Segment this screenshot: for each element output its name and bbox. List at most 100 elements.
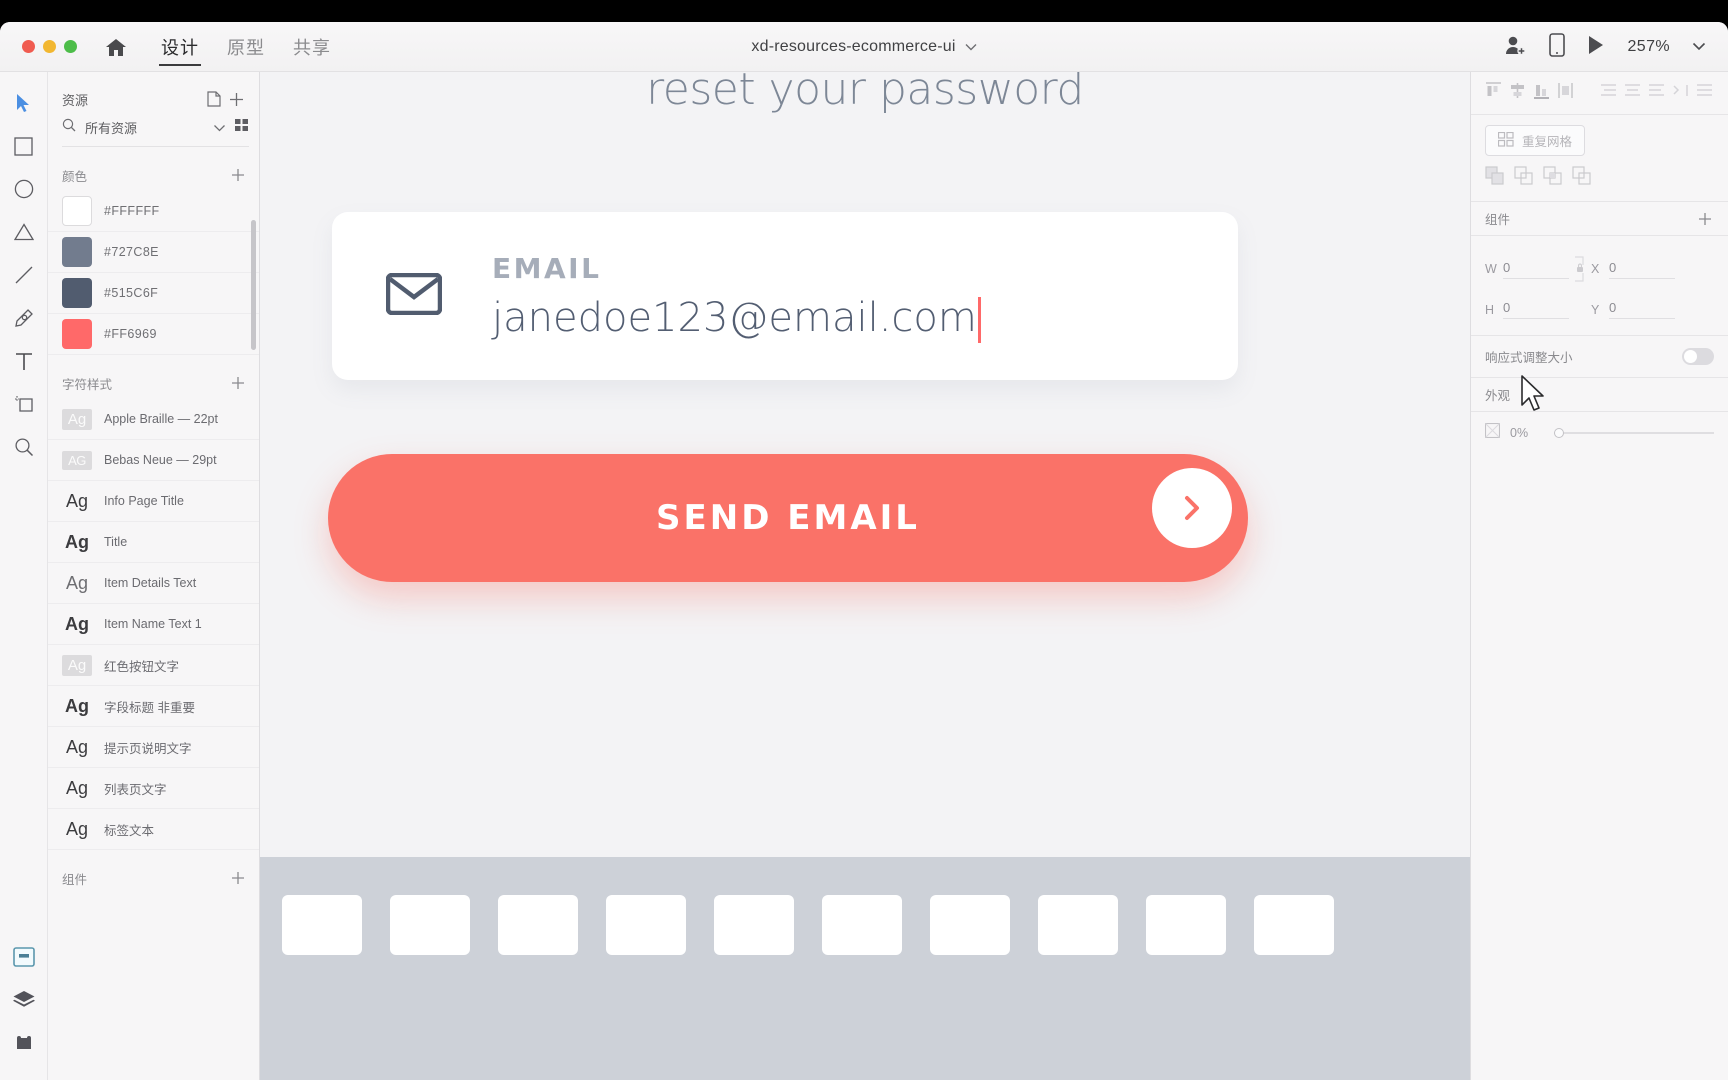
tab-share[interactable]: 共享 [279,22,345,72]
add-component-plus-icon[interactable] [1694,208,1716,230]
email-input-card[interactable]: EMAIL janedoe123@email.com [332,212,1238,380]
distribute-edges-icon[interactable] [1672,82,1689,104]
distribute-vertical-icon[interactable] [1624,82,1641,104]
character-style-row[interactable]: Ag 标签文本 [48,809,259,850]
add-character-style-plus-icon[interactable] [227,372,249,394]
y-input[interactable]: 0 [1609,300,1675,319]
list-item[interactable] [282,895,362,955]
ellipse-tool[interactable] [7,170,41,208]
maximize-window-button[interactable] [64,40,77,53]
canvas-area[interactable]: reset your password EMAIL janedoe123@ema [260,72,1470,1080]
add-user-icon[interactable] [1503,34,1527,61]
envelope-icon [385,272,443,320]
artboard-headline[interactable]: reset your password [260,72,1470,115]
align-top-icon[interactable] [1557,82,1574,104]
zoom-chevron-down-icon[interactable] [1692,38,1706,56]
document-icon[interactable] [203,88,225,110]
grid-view-icon[interactable] [235,118,249,137]
boolean-subtract-icon[interactable] [1514,166,1534,191]
polygon-tool[interactable] [7,213,41,251]
assets-icon[interactable] [11,946,37,970]
color-asset-row[interactable]: #727C8E [48,232,259,273]
email-field-value[interactable]: janedoe123@email.com [492,295,981,343]
tab-design[interactable]: 设计 [147,22,213,72]
add-color-plus-icon[interactable] [227,164,249,186]
distribute-list-icon[interactable] [1696,82,1713,104]
zoom-level-value[interactable]: 257% [1627,38,1670,56]
align-center-horizontal-icon[interactable] [1509,82,1526,104]
text-tool[interactable] [7,342,41,380]
artboard-tool[interactable] [7,385,41,423]
list-item[interactable] [1254,895,1334,955]
opacity-slider[interactable] [1554,426,1714,440]
color-asset-row[interactable]: #515C6F [48,273,259,314]
list-item[interactable] [1146,895,1226,955]
color-asset-row[interactable]: #FFFFFF [48,191,259,232]
home-icon[interactable] [101,32,131,62]
assets-panel-title: 资源 [62,92,89,108]
list-item[interactable] [390,895,470,955]
play-triangle-icon[interactable] [1587,35,1605,60]
pen-tool[interactable] [7,299,41,337]
select-tool[interactable] [7,84,41,122]
assets-scrollbar[interactable] [251,220,256,350]
assets-search-row[interactable]: 所有资源 [62,118,249,147]
artboard-footer-strip[interactable] [260,857,1470,1080]
list-item[interactable] [606,895,686,955]
character-style-row[interactable]: Ag 红色按钮文字 [48,645,259,686]
character-style-row[interactable]: Ag Item Details Text [48,563,259,604]
opacity-value[interactable]: 0% [1510,426,1544,440]
color-swatch[interactable] [62,319,92,349]
boolean-ops-group [1485,166,1714,191]
responsive-resize-toggle[interactable] [1682,348,1714,365]
minimize-window-button[interactable] [43,40,56,53]
list-item[interactable] [822,895,902,955]
align-right-icon[interactable] [1533,82,1550,104]
artboard[interactable]: reset your password EMAIL janedoe123@ema [260,72,1470,857]
character-style-row[interactable]: Ag Info Page Title [48,481,259,522]
y-label: Y [1591,302,1600,317]
list-item[interactable] [1038,895,1118,955]
style-name: 红色按钮文字 [104,659,180,674]
close-window-button[interactable] [22,40,35,53]
color-swatch[interactable] [62,237,92,267]
mobile-device-icon[interactable] [1549,32,1566,62]
character-style-row[interactable]: AG Bebas Neue — 29pt [48,440,259,481]
width-input[interactable]: 0 [1503,260,1569,279]
layers-icon[interactable] [11,988,37,1012]
opacity-slider-knob[interactable] [1554,428,1564,438]
color-swatch[interactable] [62,196,92,226]
character-style-row[interactable]: Ag Apple Braille — 22pt [48,399,259,440]
add-asset-plus-icon[interactable] [225,88,247,110]
send-email-button[interactable]: SEND EMAIL [328,454,1248,582]
tab-prototype[interactable]: 原型 [213,22,279,72]
list-item[interactable] [714,895,794,955]
chevron-down-icon[interactable] [213,119,226,137]
repeat-grid-button[interactable]: 重复网格 [1485,125,1586,156]
chevron-down-icon[interactable] [965,38,977,56]
character-style-row[interactable]: Ag 列表页文字 [48,768,259,809]
x-input[interactable]: 0 [1609,260,1675,279]
height-input[interactable]: 0 [1503,300,1569,319]
align-left-icon[interactable] [1485,82,1502,104]
add-component-plus-icon[interactable] [227,867,249,889]
character-style-row[interactable]: Ag Item Name Text 1 [48,604,259,645]
distribute-spacing-icon[interactable] [1648,82,1665,104]
boolean-exclude-icon[interactable] [1572,166,1592,191]
color-swatch[interactable] [62,278,92,308]
boolean-intersect-icon[interactable] [1543,166,1563,191]
distribute-horizontal-icon[interactable] [1600,82,1617,104]
rectangle-tool[interactable] [7,127,41,165]
boolean-add-icon[interactable] [1485,166,1505,191]
plugins-icon[interactable] [11,1030,37,1054]
line-tool[interactable] [7,256,41,294]
lock-aspect-ratio-icon[interactable] [1569,254,1591,284]
chevron-right-icon[interactable] [1152,468,1232,548]
character-style-row[interactable]: Ag Title [48,522,259,563]
list-item[interactable] [498,895,578,955]
list-item[interactable] [930,895,1010,955]
character-style-row[interactable]: Ag 字段标题 非重要 [48,686,259,727]
magnifier-icon[interactable] [7,428,41,466]
character-style-row[interactable]: Ag 提示页说明文字 [48,727,259,768]
color-asset-row[interactable]: #FF6969 [48,314,259,355]
